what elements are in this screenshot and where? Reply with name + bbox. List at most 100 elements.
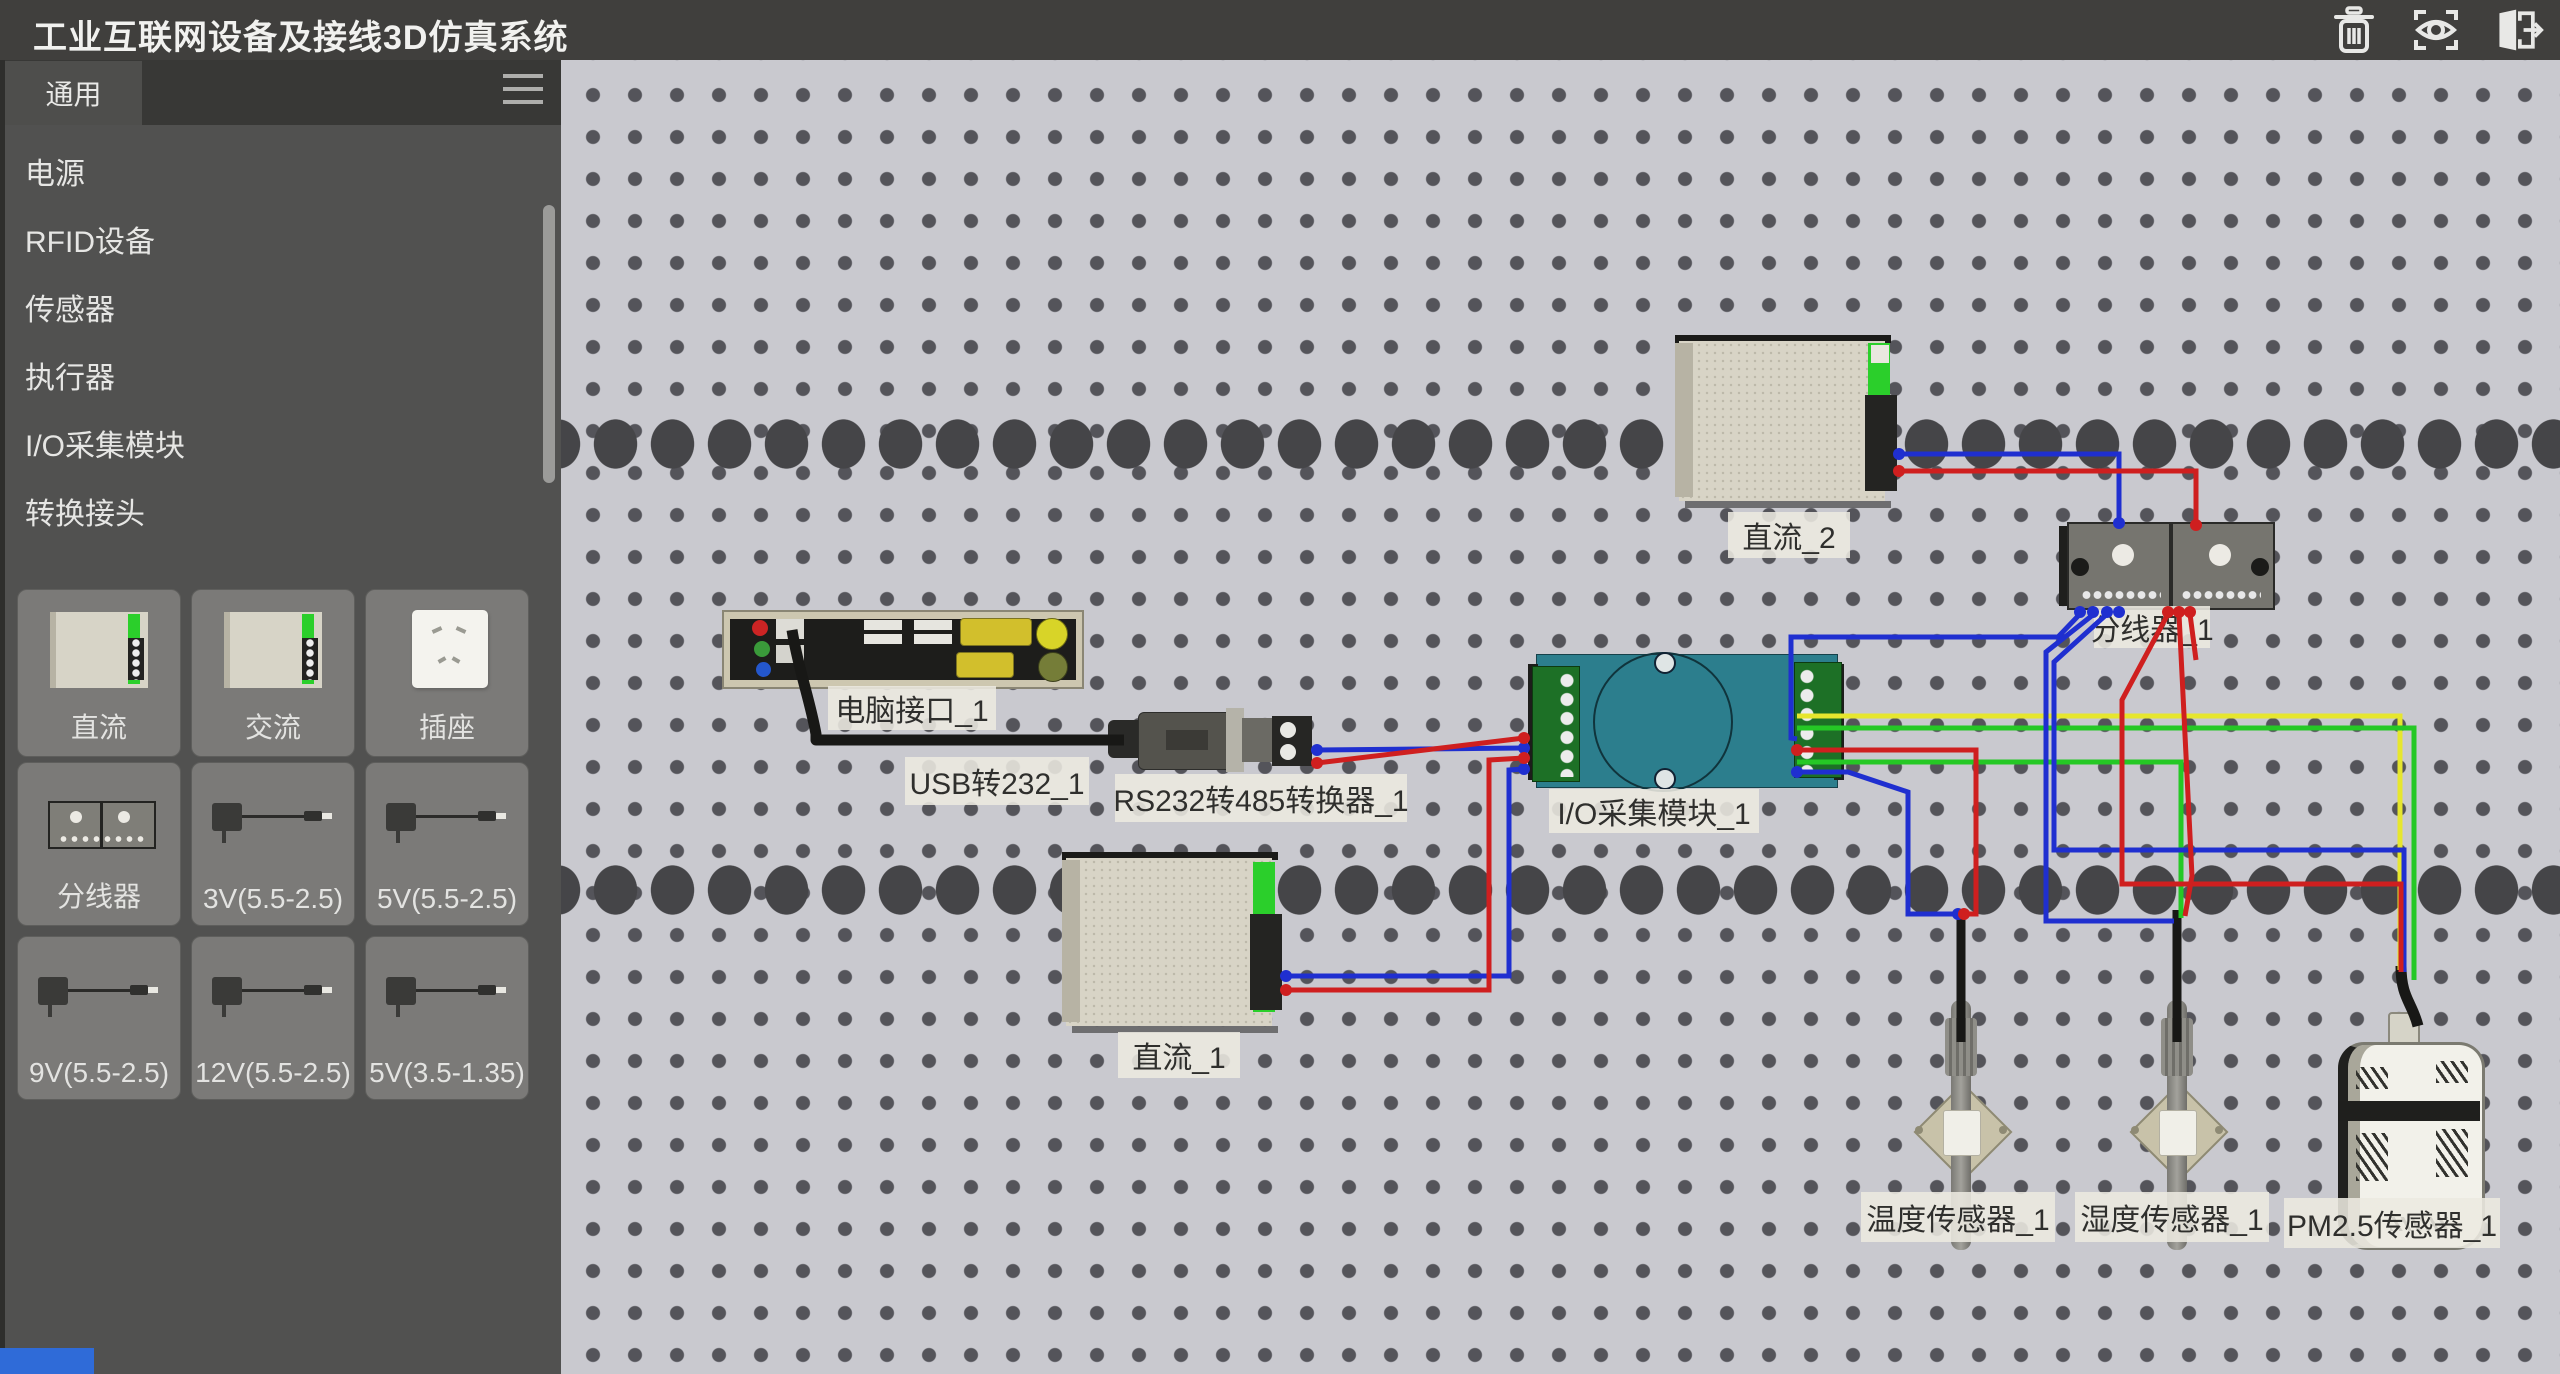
palette-item-12v[interactable]: 12V(5.5-2.5) bbox=[191, 936, 355, 1100]
vent bbox=[2436, 1061, 2468, 1083]
device-io-acquisition-module[interactable] bbox=[1528, 650, 1844, 790]
palette-item-5v-135[interactable]: 5V(3.5-1.35) bbox=[365, 936, 529, 1100]
psu-left-edge bbox=[1675, 343, 1693, 497]
exit-button[interactable] bbox=[2492, 6, 2544, 54]
sidebar-scrollbar[interactable] bbox=[543, 205, 555, 483]
device-label: PM2.5传感器_1 bbox=[2284, 1198, 2500, 1248]
palette-item-label: 12V(5.5-2.5) bbox=[192, 1057, 354, 1089]
menu-icon[interactable] bbox=[503, 74, 543, 110]
sidebar-tabbar: 通用 bbox=[5, 60, 561, 125]
round-port-olive bbox=[1038, 652, 1068, 682]
plate-hole bbox=[2215, 1126, 2223, 1134]
terminal-screws bbox=[1559, 671, 1575, 777]
tab-general[interactable]: 通用 bbox=[5, 61, 142, 125]
usb-port bbox=[864, 634, 902, 644]
device-label: 温度传感器_1 bbox=[1861, 1192, 2055, 1242]
title-bar: 工业互联网设备及接线3D仿真系统 bbox=[0, 0, 2560, 60]
psu-terminal-block bbox=[1865, 395, 1897, 491]
delete-button[interactable] bbox=[2328, 6, 2380, 54]
splitter-hole bbox=[2251, 558, 2269, 576]
device-label: 分线器_1 bbox=[2094, 606, 2210, 648]
device-label: USB转232_1 bbox=[905, 757, 1089, 805]
app-title: 工业互联网设备及接线3D仿真系统 bbox=[33, 10, 568, 59]
palette-item-label: 分线器 bbox=[18, 875, 180, 915]
module-screw bbox=[1654, 768, 1676, 790]
psu-body bbox=[1066, 858, 1272, 1026]
palette-item-dc[interactable]: 直流 bbox=[17, 589, 181, 757]
device-label: 直流_1 bbox=[1118, 1032, 1240, 1078]
vent bbox=[2356, 1133, 2388, 1181]
palette-item-5v[interactable]: 5V(5.5-2.5) bbox=[365, 762, 529, 926]
psu-terminal-block bbox=[1250, 914, 1282, 1010]
device-label: 直流_2 bbox=[1728, 512, 1850, 558]
splitter-thumb-icon bbox=[48, 801, 156, 849]
probe-clamp bbox=[2159, 1110, 2197, 1156]
plate-hole bbox=[2131, 1126, 2139, 1134]
door-arrow-icon bbox=[2492, 6, 2544, 54]
component-palette: 直流 交流 插座 分线器 bbox=[5, 575, 561, 1374]
probe-grip bbox=[2161, 1018, 2193, 1076]
psu-notch bbox=[1871, 345, 1889, 363]
device-label: 湿度传感器_1 bbox=[2075, 1192, 2269, 1242]
category-item-adapter[interactable]: 转换接头 bbox=[25, 489, 145, 523]
category-item-actuator[interactable]: 执行器 bbox=[25, 353, 115, 387]
palette-item-3v[interactable]: 3V(5.5-2.5) bbox=[191, 762, 355, 926]
audio-jack-red bbox=[752, 620, 768, 636]
psu-body bbox=[1679, 341, 1885, 501]
sensor-band bbox=[2338, 1101, 2480, 1121]
palette-item-label: 交流 bbox=[192, 706, 354, 746]
palette-item-label: 9V(5.5-2.5) bbox=[18, 1057, 180, 1089]
device-rs232-485-converter[interactable] bbox=[1108, 708, 1320, 772]
palette-item-ac[interactable]: 交流 bbox=[191, 589, 355, 757]
plate-hole bbox=[1999, 1126, 2007, 1134]
terminal-strip-right bbox=[1794, 662, 1842, 778]
eye-icon bbox=[2410, 6, 2462, 54]
psu-left-edge bbox=[1062, 860, 1080, 1022]
module-screw bbox=[1654, 652, 1676, 674]
terminal-screws bbox=[1799, 667, 1815, 773]
splitter-terminals bbox=[2081, 590, 2161, 600]
titlebar-actions bbox=[2328, 6, 2544, 54]
category-item-sensor[interactable]: 传感器 bbox=[25, 285, 115, 319]
converter-neck bbox=[1242, 718, 1276, 762]
device-splitter[interactable] bbox=[2063, 520, 2275, 608]
component-sidebar: 通用 电源 RFID设备 传感器 执行器 I/O采集模块 转换接头 直流 交流 bbox=[0, 60, 561, 1374]
app-window: 电脑接口_1 USB转232_1 RS232转485转换器_1 I/O采集模块_… bbox=[0, 0, 2560, 1374]
splitter-hole bbox=[2071, 558, 2089, 576]
splitter-block-left bbox=[2067, 522, 2171, 610]
palette-item-9v[interactable]: 9V(5.5-2.5) bbox=[17, 936, 181, 1100]
ac-power-thumb-icon bbox=[224, 612, 322, 688]
serial-port-yellow bbox=[956, 652, 1014, 678]
device-dc-power-1[interactable] bbox=[1062, 852, 1284, 1034]
adapter-thumb-icon bbox=[386, 799, 514, 847]
device-label: I/O采集模块_1 bbox=[1549, 789, 1759, 833]
usb-port bbox=[776, 619, 804, 639]
plate-hole bbox=[1915, 1126, 1923, 1134]
palette-item-label: 直流 bbox=[18, 706, 180, 746]
splitter-terminals bbox=[2181, 590, 2261, 600]
view-button[interactable] bbox=[2410, 6, 2462, 54]
device-dc-power-2[interactable] bbox=[1675, 335, 1897, 507]
category-item-rfid[interactable]: RFID设备 bbox=[25, 217, 155, 251]
palette-item-label: 5V(3.5-1.35) bbox=[366, 1057, 528, 1089]
serial-port-yellow bbox=[960, 618, 1032, 646]
splitter-block-right bbox=[2171, 522, 2275, 610]
category-item-power[interactable]: 电源 bbox=[25, 149, 85, 183]
palette-item-splitter[interactable]: 分线器 bbox=[17, 762, 181, 926]
palette-item-socket[interactable]: 插座 bbox=[365, 589, 529, 757]
round-port-yellow bbox=[1036, 618, 1068, 650]
device-computer-interface[interactable] bbox=[722, 610, 1084, 689]
device-label: 电脑接口_1 bbox=[828, 686, 996, 730]
pegboard-hole-row-bottom bbox=[556, 864, 2560, 916]
probe-grip bbox=[1945, 1018, 1977, 1076]
socket-thumb-icon bbox=[412, 610, 488, 688]
usb-port bbox=[776, 645, 804, 663]
splitter-screw bbox=[2112, 544, 2134, 566]
adapter-thumb-icon bbox=[386, 973, 514, 1021]
usb-port bbox=[864, 620, 902, 630]
palette-item-label: 3V(5.5-2.5) bbox=[192, 883, 354, 915]
device-label: RS232转485转换器_1 bbox=[1115, 774, 1407, 822]
category-item-io-module[interactable]: I/O采集模块 bbox=[25, 421, 185, 455]
terminal-screw bbox=[1280, 744, 1296, 760]
audio-jack-green bbox=[754, 641, 770, 657]
